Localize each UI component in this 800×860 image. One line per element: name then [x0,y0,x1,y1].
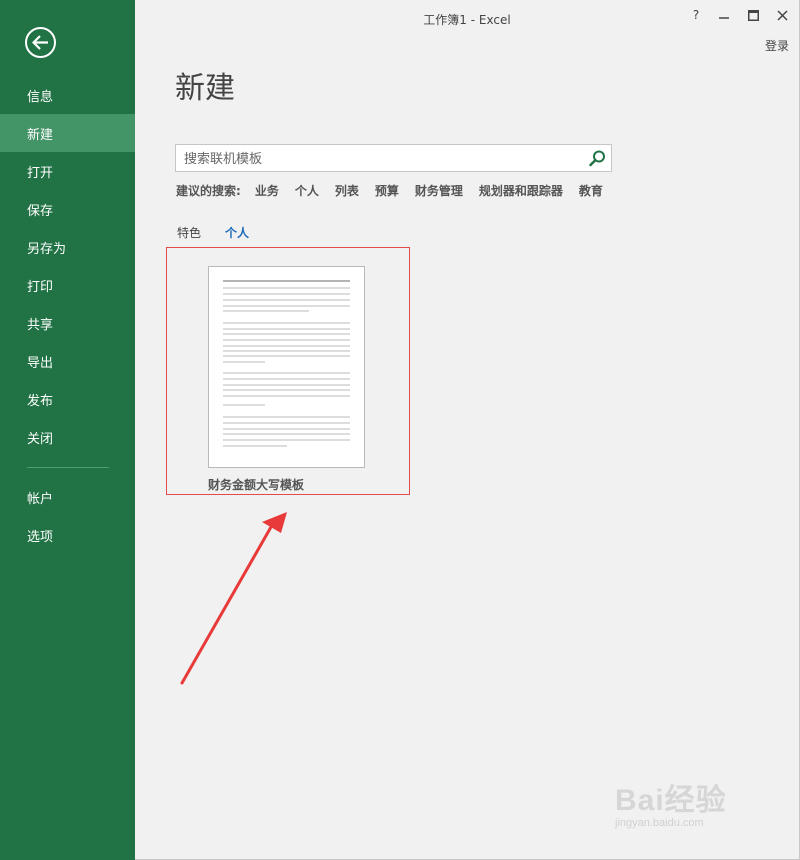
help-icon: ? [692,8,700,22]
nav-item-new[interactable]: 新建 [0,114,135,152]
tab-personal[interactable]: 个人 [225,224,249,241]
tab-featured[interactable]: 特色 [177,224,201,241]
nav-item-label: 帐户 [27,491,54,507]
nav-item-label: 关闭 [27,431,54,447]
template-search [175,144,612,172]
search-button[interactable] [588,149,607,168]
document-preview-icon [223,280,350,447]
template-thumbnail [208,266,365,468]
sign-in-link[interactable]: 登录 [765,37,789,54]
page-title: 新建 [175,71,235,106]
help-button[interactable]: ? [685,6,707,24]
nav-item-info[interactable]: 信息 [0,76,135,114]
suggested-searches: 建议的搜索: 业务 个人 列表 预算 财务管理 规划器和跟踪器 教育 [176,182,603,199]
nav-item-label: 另存为 [27,241,67,257]
suggested-searches-label: 建议的搜索: [176,184,241,198]
maximize-icon [747,9,759,21]
backstage-sidebar: 信息 新建 打开 保存 另存为 打印 共享 导出 发布 关闭 帐户 选项 [0,0,135,860]
nav-item-publish[interactable]: 发布 [0,380,135,418]
close-icon [776,9,788,21]
baidu-jingyan-watermark: Bai经验 jingyan.baidu.com [615,775,727,829]
suggested-link-lists[interactable]: 列表 [335,182,359,199]
suggested-link-budget[interactable]: 预算 [375,182,399,199]
nav-item-label: 发布 [27,393,54,409]
minimize-icon [719,17,729,19]
suggested-link-business[interactable]: 业务 [255,182,279,199]
search-icon [589,150,605,167]
suggested-link-personal[interactable]: 个人 [295,182,319,199]
nav-item-label: 选项 [27,529,54,545]
nav-item-close[interactable]: 关闭 [0,418,135,456]
close-window-button[interactable] [771,6,793,24]
nav-item-save[interactable]: 保存 [0,190,135,228]
minimize-button[interactable] [713,6,735,24]
maximize-button[interactable] [742,6,764,24]
nav-item-label: 保存 [27,203,54,219]
nav-item-save-as[interactable]: 另存为 [0,228,135,266]
nav-item-print[interactable]: 打印 [0,266,135,304]
back-button[interactable] [25,27,56,58]
nav-item-label: 信息 [27,89,54,105]
suggested-link-education[interactable]: 教育 [579,182,603,199]
nav-item-label: 导出 [27,355,54,371]
backstage-main: 工作簿1 - Excel ? 登录 新建 建议的搜索: 业务 个人 列表 预算 … [135,0,800,860]
template-tabs: 特色 个人 [177,224,249,241]
nav-item-account[interactable]: 帐户 [0,478,135,516]
nav-item-label: 打印 [27,279,54,295]
search-input[interactable] [182,148,581,170]
nav-divider [27,467,109,468]
template-name: 财务金额大写模板 [208,478,305,492]
nav-item-label: 新建 [27,127,54,143]
watermark-logo-text: Bai经验 [615,784,727,817]
template-card[interactable]: 财务金额大写模板 [166,247,410,495]
nav-item-open[interactable]: 打开 [0,152,135,190]
nav-item-options[interactable]: 选项 [0,516,135,554]
suggested-link-financial-management[interactable]: 财务管理 [415,182,463,199]
nav-item-share[interactable]: 共享 [0,304,135,342]
back-arrow-icon [32,35,48,50]
nav-item-export[interactable]: 导出 [0,342,135,380]
nav-item-label: 共享 [27,317,54,333]
suggested-link-planners-trackers[interactable]: 规划器和跟踪器 [479,182,563,199]
nav-item-label: 打开 [27,165,54,181]
